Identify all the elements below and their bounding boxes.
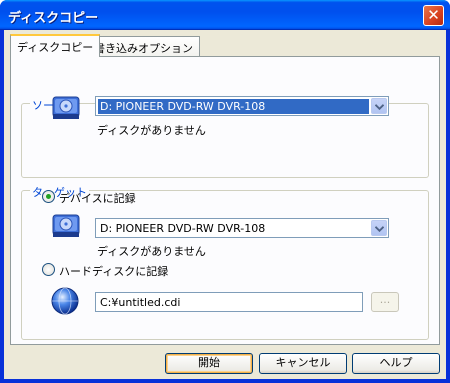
chevron-down-icon bbox=[375, 226, 384, 232]
globe-icon bbox=[51, 287, 79, 315]
dialog-window: ディスクコピー ✕ ディスクコピー 書き込みオプション ソース ターゲット D:… bbox=[0, 0, 450, 383]
source-status: ディスクがありません bbox=[97, 124, 206, 137]
image-file-path-input[interactable]: C:¥untitled.cdi bbox=[95, 292, 363, 312]
close-icon: ✕ bbox=[427, 6, 440, 24]
target-status: ディスクがありません bbox=[97, 245, 206, 258]
image-file-path-value: C:¥untitled.cdi bbox=[100, 296, 181, 309]
tab-label: 書き込みオプション bbox=[94, 42, 193, 55]
record-to-hdd-label: ハードディスクに記録 bbox=[59, 265, 169, 278]
tab-label: ディスクコピー bbox=[17, 41, 94, 54]
cancel-label: キャンセル bbox=[275, 356, 331, 369]
browse-label: ... bbox=[379, 293, 391, 306]
record-to-hdd-radio[interactable] bbox=[42, 263, 55, 276]
target-drive-value: D: PIONEER DVD-RW DVR-108 bbox=[100, 222, 266, 235]
cancel-button[interactable]: キャンセル bbox=[259, 353, 347, 374]
help-label: ヘルプ bbox=[379, 356, 413, 369]
tab-write-options[interactable]: 書き込みオプション bbox=[87, 36, 200, 56]
record-to-device-option[interactable]: デバイスに記録 bbox=[42, 190, 182, 205]
start-label: 開始 bbox=[198, 356, 220, 369]
target-drive-select[interactable]: D: PIONEER DVD-RW DVR-108 bbox=[95, 218, 389, 238]
record-to-device-label: デバイスに記録 bbox=[59, 192, 136, 205]
title-bar[interactable]: ディスクコピー ✕ bbox=[0, 0, 450, 30]
help-button[interactable]: ヘルプ bbox=[352, 353, 440, 374]
drive-icon bbox=[52, 214, 80, 237]
dialog-client: ディスクコピー 書き込みオプション ソース ターゲット D: PIONEER D… bbox=[4, 30, 446, 379]
drive-icon bbox=[52, 96, 80, 119]
record-to-device-radio[interactable] bbox=[42, 190, 55, 203]
browse-button[interactable]: ... bbox=[371, 292, 399, 312]
source-drive-dropdown-button[interactable] bbox=[371, 98, 387, 114]
tab-disc-copy[interactable]: ディスクコピー bbox=[10, 34, 101, 57]
target-drive-dropdown-button[interactable] bbox=[371, 220, 387, 236]
start-button[interactable]: 開始 bbox=[165, 353, 253, 374]
source-drive-select[interactable]: D: PIONEER DVD-RW DVR-108 bbox=[95, 96, 389, 116]
close-button[interactable]: ✕ bbox=[423, 5, 444, 26]
window-title: ディスクコピー bbox=[8, 11, 99, 26]
record-to-hdd-option[interactable]: ハードディスクに記録 bbox=[42, 263, 202, 278]
source-drive-value: D: PIONEER DVD-RW DVR-108 bbox=[98, 99, 369, 114]
chevron-down-icon bbox=[375, 104, 384, 110]
